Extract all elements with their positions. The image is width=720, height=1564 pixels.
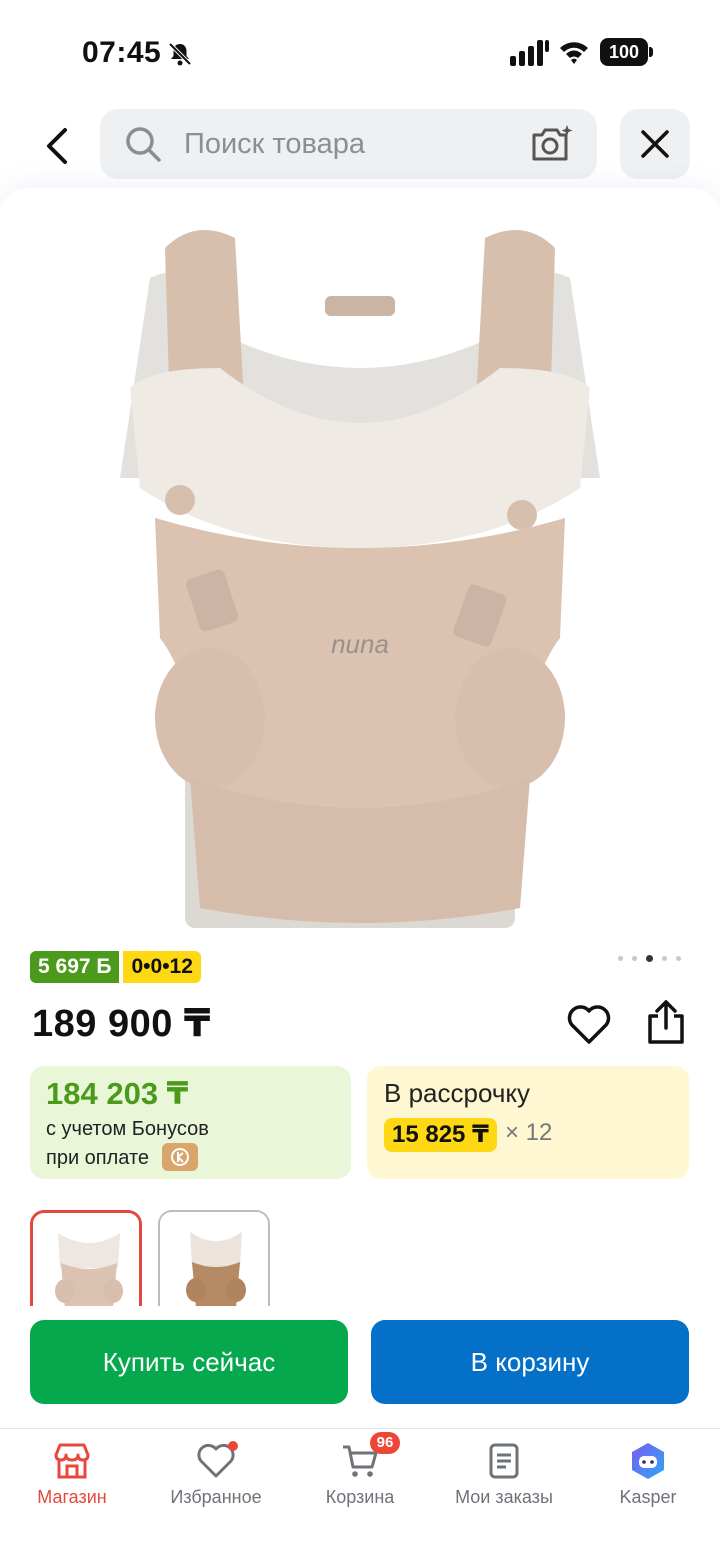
thumbnail-brown[interactable] xyxy=(158,1210,270,1306)
installment-box[interactable]: В рассрочку 15 825 ₸ × 12 xyxy=(367,1066,689,1179)
svg-text:nuna: nuna xyxy=(331,629,389,659)
gallery-dot xyxy=(632,956,637,961)
gallery-dot xyxy=(662,956,667,961)
share-icon[interactable] xyxy=(644,998,688,1046)
installment-months: × 12 xyxy=(505,1119,553,1146)
bonus-caption-2: при оплате xyxy=(46,1147,150,1169)
product-price: 189 900 ₸ xyxy=(32,1003,211,1045)
bonus-caption: с учетом Бонусов xyxy=(46,1118,209,1140)
gallery-dot-active xyxy=(646,955,653,962)
tab-label: Kasper xyxy=(619,1487,677,1507)
kaspi-logo-icon xyxy=(162,1143,198,1171)
search-input[interactable] xyxy=(184,109,514,179)
bonus-price: 184 203 ₸ xyxy=(46,1076,189,1111)
tab-label: Корзина xyxy=(325,1487,395,1507)
status-time: 07:45 xyxy=(82,36,162,69)
status-bar: 07:45 100 xyxy=(0,0,720,100)
gallery-dot xyxy=(676,956,681,961)
buy-now-button[interactable]: Купить сейчас xyxy=(30,1320,348,1404)
notification-dot xyxy=(228,1441,238,1451)
battery-icon: 100 xyxy=(600,38,654,66)
tab-orders[interactable]: Мои заказы xyxy=(432,1429,576,1529)
product-image[interactable]: nuna xyxy=(110,218,610,930)
search-header xyxy=(0,100,720,190)
shop-icon xyxy=(54,1443,90,1479)
close-button[interactable] xyxy=(620,109,690,179)
bonus-price-box[interactable]: 184 203 ₸ с учетом Бонусов при оплате xyxy=(30,1066,351,1179)
tab-cart[interactable]: 96 Корзина xyxy=(288,1429,432,1529)
thumbnail-image xyxy=(160,1212,268,1306)
close-icon xyxy=(641,130,669,158)
thumbnail-image xyxy=(33,1213,139,1306)
search-box[interactable] xyxy=(100,109,597,179)
search-icon xyxy=(126,127,161,162)
kasper-icon xyxy=(632,1443,664,1479)
promo-badges: 5 697 Б 0•0•12 xyxy=(30,951,201,983)
gallery-dot xyxy=(618,956,623,961)
signal-icon xyxy=(510,40,549,66)
back-button[interactable] xyxy=(28,118,84,174)
gallery-dots xyxy=(618,955,681,962)
tab-label: Магазин xyxy=(37,1487,107,1507)
installment-amount: 15 825 ₸ xyxy=(384,1118,497,1152)
chevron-left-icon xyxy=(47,128,67,164)
cart-count-badge: 96 xyxy=(370,1432,400,1454)
camera-sparkle-icon[interactable] xyxy=(530,123,574,163)
wifi-icon xyxy=(560,42,588,64)
tab-shop[interactable]: Магазин xyxy=(0,1429,144,1529)
heart-icon[interactable] xyxy=(566,1002,612,1048)
installment-title: В рассрочку xyxy=(384,1078,531,1108)
bottom-tab-bar: Магазин Избранное 96 Корзина Мои заказы xyxy=(0,1428,720,1564)
tab-favorites[interactable]: Избранное xyxy=(144,1429,288,1529)
tab-label: Мои заказы xyxy=(455,1487,553,1507)
add-to-cart-button[interactable]: В корзину xyxy=(371,1320,689,1404)
battery-level: 100 xyxy=(600,38,648,66)
installment-badge: 0•0•12 xyxy=(123,951,201,983)
bonus-badge: 5 697 Б xyxy=(30,951,120,983)
orders-icon xyxy=(489,1443,519,1479)
tab-kasper[interactable]: Kasper xyxy=(576,1429,720,1529)
thumbnail-beige[interactable] xyxy=(30,1210,142,1306)
tab-label: Избранное xyxy=(170,1487,262,1507)
bell-muted-icon xyxy=(168,42,192,66)
